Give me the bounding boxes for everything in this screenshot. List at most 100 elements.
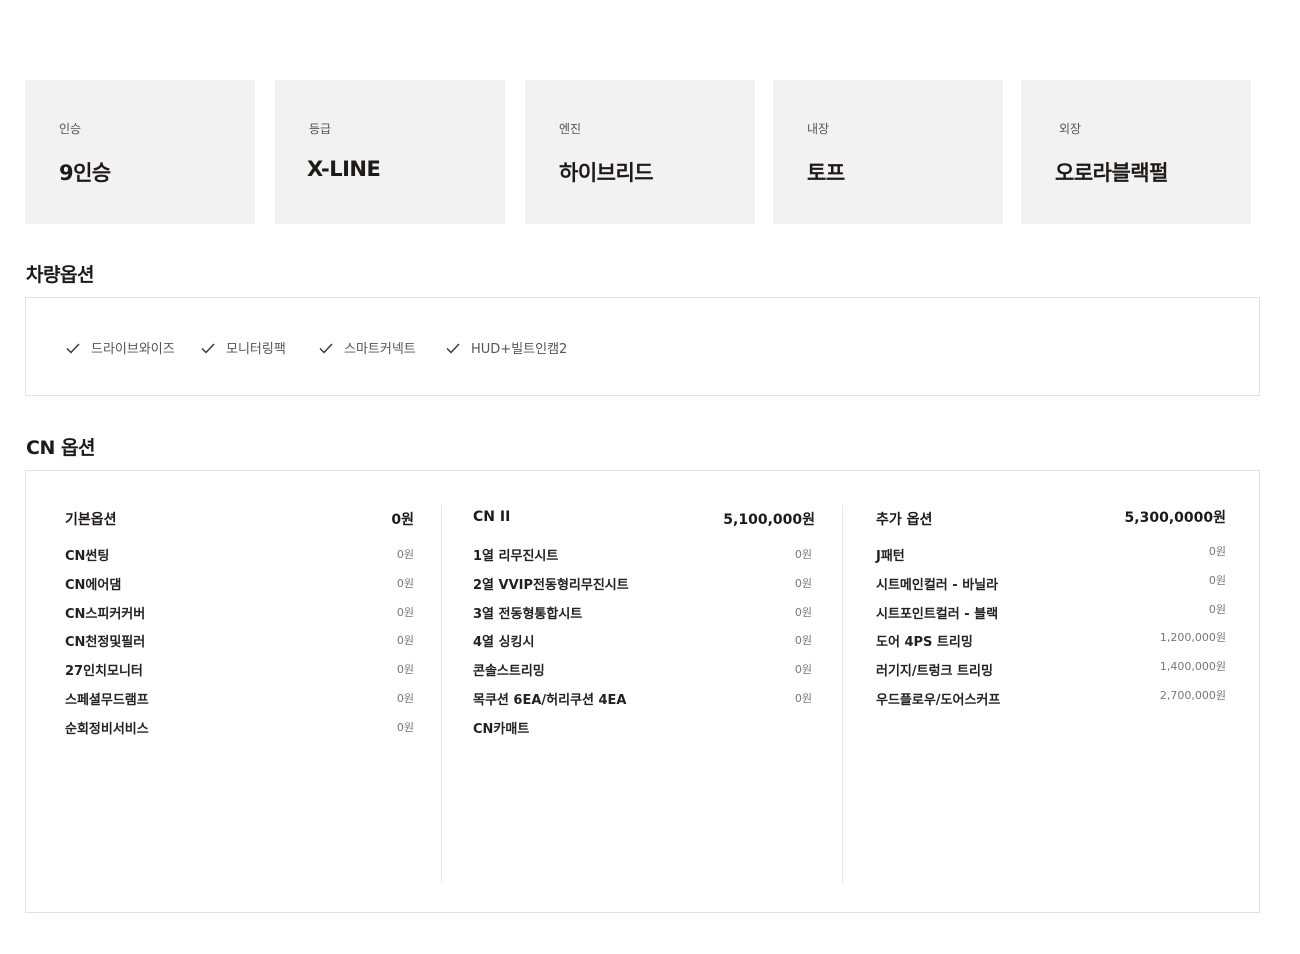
column-divider bbox=[842, 505, 843, 883]
option-name: J패턴 bbox=[876, 549, 905, 564]
column-header: 기본옵션 0원 bbox=[65, 509, 414, 529]
option-price: 0원 bbox=[794, 634, 812, 648]
option-price: 1,200,000원 bbox=[1159, 631, 1226, 645]
cn-options-box: 기본옵션 0원 CN썬팅 0원 CN에어댐 0원 CN스피커커버 0원 CN천정및필러… bbox=[25, 470, 1260, 913]
option-row: 1열 리무진시트 0원 bbox=[473, 545, 815, 574]
option-row: 도어 4PS 트리밍 1,200,000원 bbox=[876, 629, 1226, 658]
option-name: CN썬팅 bbox=[65, 549, 110, 564]
option-name: 2열 VVIP전동형리무진시트 bbox=[473, 577, 629, 593]
spec-label: 엔진 bbox=[559, 122, 582, 136]
check-icon bbox=[319, 343, 333, 354]
option-name: 시트포인트컬러 - 블랙 bbox=[876, 606, 999, 622]
option-price: 0원 bbox=[1208, 545, 1226, 558]
spec-card-seats: 인승 9인승 bbox=[25, 80, 255, 224]
option-row: 3열 전동형통합시트 0원 bbox=[473, 603, 815, 632]
cn-options-title: CN 옵션 bbox=[26, 437, 95, 459]
option-name: CN에어댐 bbox=[65, 577, 122, 593]
option-row: 2열 VVIP전동형리무진시트 0원 bbox=[473, 574, 815, 603]
option-row: CN에어댐 0원 bbox=[65, 574, 414, 603]
option-name: 우드플로우/도어스커프 bbox=[876, 692, 1001, 708]
vehicle-option-item: 스마트커넥트 bbox=[317, 298, 416, 397]
option-price: 0원 bbox=[794, 548, 812, 561]
option-row: 러기지/트렁크 트리밍 1,400,000원 bbox=[876, 658, 1226, 687]
option-row: CN스피커커버 0원 bbox=[65, 603, 414, 632]
vehicle-option-label: 드라이브와이즈 bbox=[91, 342, 175, 357]
spec-label: 외장 bbox=[1059, 122, 1082, 136]
spec-card-engine: 엔진 하이브리드 bbox=[525, 80, 755, 224]
vehicle-option-item: 모니터링팩 bbox=[199, 298, 286, 397]
cn-column-basic: 기본옵션 0원 CN썬팅 0원 CN에어댐 0원 CN스피커커버 0원 CN천정및필러… bbox=[65, 509, 414, 747]
option-price: 0원 bbox=[1208, 573, 1226, 587]
option-name: 시트메인컬러 - 바닐라 bbox=[876, 577, 999, 593]
option-row: 스페셜무드램프 0원 bbox=[65, 689, 414, 718]
vehicle-option-item: HUD+빌트인캠2 bbox=[444, 298, 567, 397]
option-name: 순회정비서비스 bbox=[65, 721, 149, 737]
option-row: 콘솔스트리밍 0원 bbox=[473, 660, 815, 689]
spec-value: 토프 bbox=[807, 161, 845, 185]
spec-label: 인승 bbox=[59, 122, 82, 136]
option-row: 순회정비서비스 0원 bbox=[65, 718, 414, 747]
column-total-price: 5,100,000원 bbox=[723, 512, 815, 528]
option-name: 3열 전동형통합시트 bbox=[473, 606, 583, 622]
cn-column-cn2: CN II 5,100,000원 1열 리무진시트 0원 2열 VVIP전동형리무… bbox=[473, 509, 815, 747]
option-name: 목쿠션 6EA/허리쿠션 4EA bbox=[473, 692, 627, 708]
column-header: CN II 5,100,000원 bbox=[473, 509, 815, 529]
vehicle-option-item: 드라이브와이즈 bbox=[64, 298, 175, 397]
option-name: 스페셜무드램프 bbox=[65, 692, 149, 708]
option-row: 목쿠션 6EA/허리쿠션 4EA 0원 bbox=[473, 689, 815, 718]
option-price: 0원 bbox=[396, 720, 414, 734]
option-price: 0원 bbox=[1208, 602, 1226, 616]
option-name: 콘솔스트리밍 bbox=[473, 664, 545, 680]
spec-value: 하이브리드 bbox=[559, 161, 654, 185]
option-row: 우드플로우/도어스커프 2,700,000원 bbox=[876, 687, 1226, 716]
column-total-price: 0원 bbox=[391, 512, 414, 528]
option-name: 4열 싱킹시 bbox=[473, 635, 535, 651]
option-row: 4열 싱킹시 0원 bbox=[473, 631, 815, 660]
option-price: 0원 bbox=[396, 691, 414, 705]
option-row: CN카매트 bbox=[473, 718, 815, 747]
spec-card-grade: 등급 X-LINE bbox=[275, 80, 505, 224]
option-price: 0원 bbox=[794, 576, 812, 590]
option-row: 시트포인트컬러 - 블랙 0원 bbox=[876, 601, 1226, 630]
option-name: CN천정및필러 bbox=[65, 635, 146, 651]
spec-label: 내장 bbox=[807, 122, 830, 136]
option-name: 러기지/트렁크 트리밍 bbox=[876, 664, 993, 680]
option-row: J패턴 0원 bbox=[876, 543, 1226, 572]
column-title: 추가 옵션 bbox=[876, 512, 933, 528]
check-icon bbox=[201, 343, 215, 354]
option-name: CN카매트 bbox=[473, 721, 530, 737]
option-price: 0원 bbox=[396, 605, 414, 619]
option-price: 0원 bbox=[396, 576, 414, 590]
vehicle-option-label: 스마트커넥트 bbox=[344, 342, 416, 357]
option-price: 0원 bbox=[396, 663, 414, 677]
option-row: 시트메인컬러 - 바닐라 0원 bbox=[876, 572, 1226, 601]
spec-value: 9인승 bbox=[59, 161, 111, 185]
option-name: 도어 4PS 트리밍 bbox=[876, 635, 973, 651]
option-name: 1열 리무진시트 bbox=[473, 549, 559, 564]
option-price: 2,700,000원 bbox=[1159, 688, 1226, 702]
option-price: 1,400,000원 bbox=[1159, 660, 1226, 674]
option-row: 27인치모니터 0원 bbox=[65, 660, 414, 689]
option-price: 0원 bbox=[794, 663, 812, 677]
check-icon bbox=[446, 343, 460, 354]
option-row: CN썬팅 0원 bbox=[65, 545, 414, 574]
spec-label: 등급 bbox=[309, 122, 332, 136]
option-row: CN천정및필러 0원 bbox=[65, 631, 414, 660]
option-price: 0원 bbox=[794, 691, 812, 705]
column-header: 추가 옵션 5,300,0000원 bbox=[876, 507, 1226, 528]
spec-card-interior: 내장 토프 bbox=[773, 80, 1003, 224]
option-price: 0원 bbox=[794, 605, 812, 619]
column-divider bbox=[441, 505, 442, 883]
spec-value: X-LINE bbox=[307, 157, 381, 181]
column-title: 기본옵션 bbox=[65, 512, 117, 528]
vehicle-options-box: 드라이브와이즈 모니터링팩 스마트커넥트 HUD+빌트인캠2 bbox=[25, 297, 1260, 396]
option-name: 27인치모니터 bbox=[65, 664, 143, 680]
vehicle-option-label: HUD+빌트인캠2 bbox=[471, 342, 568, 357]
vehicle-option-label: 모니터링팩 bbox=[226, 342, 286, 357]
check-icon bbox=[66, 343, 80, 354]
vehicle-options-title: 차량옵션 bbox=[26, 264, 94, 286]
spec-value: 오로라블랙펄 bbox=[1055, 161, 1168, 185]
option-name: CN스피커커버 bbox=[65, 606, 146, 622]
option-price: 0원 bbox=[396, 634, 414, 648]
column-title: CN II bbox=[473, 509, 511, 525]
